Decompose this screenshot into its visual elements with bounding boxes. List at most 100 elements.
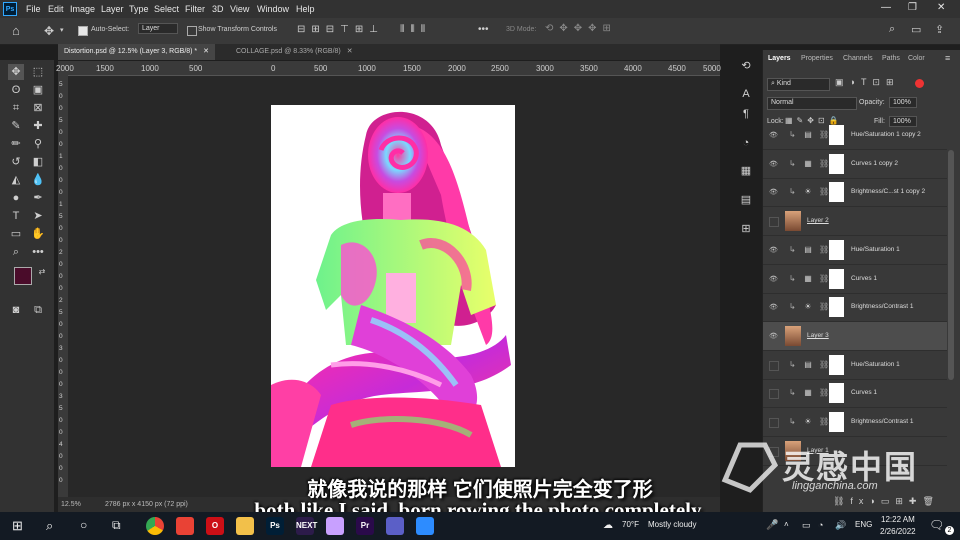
layer-row[interactable]: ↳ ▤ ⛓ Hue/Saturation 1 xyxy=(763,351,947,380)
layer-name[interactable]: Hue/Saturation 1 copy 2 xyxy=(851,131,921,138)
taskbar-app-icon[interactable] xyxy=(416,517,434,535)
history-icon[interactable]: ⟲ xyxy=(738,58,754,74)
frame-tool-icon[interactable]: ⊠ xyxy=(30,100,46,116)
character-icon[interactable]: A xyxy=(738,86,754,102)
layer-mask-thumbnail[interactable] xyxy=(829,412,844,432)
3d-mode-icons[interactable]: ⟲✥✥✥⊞ xyxy=(545,23,617,34)
eyedropper-tool-icon[interactable]: ✎ xyxy=(8,118,24,134)
weather-desc[interactable]: Mostly cloudy xyxy=(648,520,696,529)
menu-window[interactable]: Window xyxy=(257,4,289,14)
more-tools-icon[interactable]: ••• xyxy=(30,244,46,260)
more-options-icon[interactable]: ••• xyxy=(478,24,489,35)
menu-type[interactable]: Type xyxy=(129,4,149,14)
visibility-eye-icon[interactable]: 👁 xyxy=(769,246,778,254)
taskbar-app-icon[interactable]: Ps xyxy=(266,517,284,535)
menu-filter[interactable]: Filter xyxy=(185,4,205,14)
link-icon[interactable]: ⛓ xyxy=(819,302,829,311)
layer-name[interactable]: Hue/Saturation 1 xyxy=(851,246,900,253)
language-indicator[interactable]: ENG xyxy=(855,520,872,529)
layer-name[interactable]: Hue/Saturation 1 xyxy=(851,361,900,368)
layer-row[interactable]: 👁 ↳ ▤ ⛓ Hue/Saturation 1 xyxy=(763,236,947,265)
filter-type-icons[interactable]: ▣◑T⊡⊞ xyxy=(835,77,900,88)
link-icon[interactable]: ⛓ xyxy=(819,245,829,254)
link-icon[interactable]: ⛓ xyxy=(819,388,829,397)
link-icon[interactable]: ⛓ xyxy=(819,159,829,168)
document-canvas[interactable] xyxy=(271,105,515,467)
panel-menu-icon[interactable]: ≡ xyxy=(945,53,950,63)
layer-row[interactable]: 👁 ↳ ▦ ⛓ Curves 1 xyxy=(763,265,947,294)
crop-tool-icon[interactable]: ⌗ xyxy=(8,100,24,116)
tab-channels[interactable]: Channels xyxy=(843,55,873,62)
weather-temp[interactable]: 70°F xyxy=(622,520,639,529)
object-select-tool-icon[interactable]: ▣ xyxy=(30,82,46,98)
swap-colors-icon[interactable]: ⇄ xyxy=(34,264,50,280)
tab-properties[interactable]: Properties xyxy=(801,55,833,62)
layer-name[interactable]: Layer 2 xyxy=(807,217,829,224)
home-icon[interactable]: ⌂ xyxy=(12,23,20,38)
menu-image[interactable]: Image xyxy=(70,4,95,14)
chevron-up-icon[interactable]: ˄ xyxy=(784,520,789,529)
menu-help[interactable]: Help xyxy=(296,4,315,14)
move-tool-icon[interactable]: ✥ xyxy=(44,24,54,38)
layer-thumbnail[interactable] xyxy=(785,325,801,346)
history-brush-tool-icon[interactable]: ↺ xyxy=(8,154,24,170)
marquee-tool-icon[interactable]: ⬚ xyxy=(30,64,46,80)
visibility-eye-icon[interactable]: 👁 xyxy=(769,188,778,196)
task-view-icon[interactable]: ⧉ xyxy=(112,518,121,533)
taskbar-app-icon[interactable]: Pr xyxy=(356,517,374,535)
paint-bucket-tool-icon[interactable]: ◭ xyxy=(8,172,24,188)
search-icon[interactable]: ⌕ xyxy=(889,23,895,36)
layer-row[interactable]: 👁 Layer 3 xyxy=(763,321,947,351)
auto-select-checkbox[interactable] xyxy=(78,26,88,36)
dodge-tool-icon[interactable]: ● xyxy=(8,190,24,206)
menu-layer[interactable]: Layer xyxy=(101,4,124,14)
visibility-eye-icon[interactable] xyxy=(769,217,779,228)
link-icon[interactable]: ⛓ xyxy=(819,130,829,139)
tab-paths[interactable]: Paths xyxy=(882,55,900,62)
taskbar-app-icon[interactable]: O xyxy=(206,517,224,535)
minimize-button[interactable]: — xyxy=(881,2,891,13)
layer-row[interactable]: 👁 ↳ ▤ ⛓ Hue/Saturation 1 copy 2 xyxy=(763,121,947,150)
visibility-eye-icon[interactable] xyxy=(769,360,779,371)
healing-tool-icon[interactable]: ✚ xyxy=(30,118,46,134)
link-icon[interactable]: ⛓ xyxy=(819,417,829,426)
taskbar-app-icon[interactable] xyxy=(176,517,194,535)
layer-row[interactable]: 👁 ↳ ☀ ⛓ Brightness/C...st 1 copy 2 xyxy=(763,178,947,208)
gradients-icon[interactable]: ▤ xyxy=(738,192,754,208)
link-icon[interactable]: ⛓ xyxy=(819,274,829,283)
wifi-icon[interactable]: ◔ xyxy=(818,520,823,530)
color-wheel-icon[interactable]: ◔ xyxy=(738,135,754,151)
layer-name[interactable]: Curves 1 xyxy=(851,275,877,282)
move-tool-icon[interactable]: ✥ xyxy=(8,64,24,80)
opacity-input[interactable]: 100% xyxy=(889,97,917,108)
close-icon[interactable]: ✕ xyxy=(347,48,353,55)
layer-mask-thumbnail[interactable] xyxy=(829,354,844,375)
layer-mask-thumbnail[interactable] xyxy=(829,383,844,404)
maximize-button[interactable]: ❐ xyxy=(908,2,917,13)
tab-collage[interactable]: COLLAGE.psd @ 8.33% (RGB/8) ✕ xyxy=(230,44,359,60)
lasso-tool-icon[interactable]: ʘ xyxy=(8,82,24,98)
layer-name[interactable]: Brightness/Contrast 1 xyxy=(851,418,914,425)
chevron-down-icon[interactable]: ▾ xyxy=(60,26,64,34)
taskbar-app-icon[interactable] xyxy=(386,517,404,535)
visibility-eye-icon[interactable] xyxy=(769,418,779,428)
swatches-icon[interactable]: ▦ xyxy=(738,163,754,179)
menu-edit[interactable]: Edit xyxy=(48,4,64,14)
clock-date[interactable]: 2/26/2022 xyxy=(880,527,916,536)
link-icon[interactable]: ⛓ xyxy=(819,187,829,196)
share-icon[interactable]: ⇪ xyxy=(935,23,944,36)
zoom-tool-icon[interactable]: ⌕ xyxy=(8,244,24,260)
microphone-icon[interactable]: 🎤 xyxy=(766,520,778,531)
tab-distortion[interactable]: Distortion.psd @ 12.5% (Layer 3, RGB/8) … xyxy=(58,44,215,60)
layer-thumbnail[interactable] xyxy=(785,211,801,232)
auto-select-target-dropdown[interactable]: Layer xyxy=(138,23,178,34)
menu-view[interactable]: View xyxy=(230,4,249,14)
visibility-eye-icon[interactable]: 👁 xyxy=(769,131,778,139)
layer-mask-thumbnail[interactable] xyxy=(829,125,844,145)
layer-name[interactable]: Brightness/Contrast 1 xyxy=(851,303,914,310)
search-icon[interactable]: ⌕ xyxy=(46,518,53,534)
menu-3d[interactable]: 3D xyxy=(212,4,224,14)
quick-mask-icon[interactable]: ◙ xyxy=(8,302,24,318)
close-icon[interactable]: ✕ xyxy=(203,48,209,55)
layer-mask-thumbnail[interactable] xyxy=(829,268,844,289)
